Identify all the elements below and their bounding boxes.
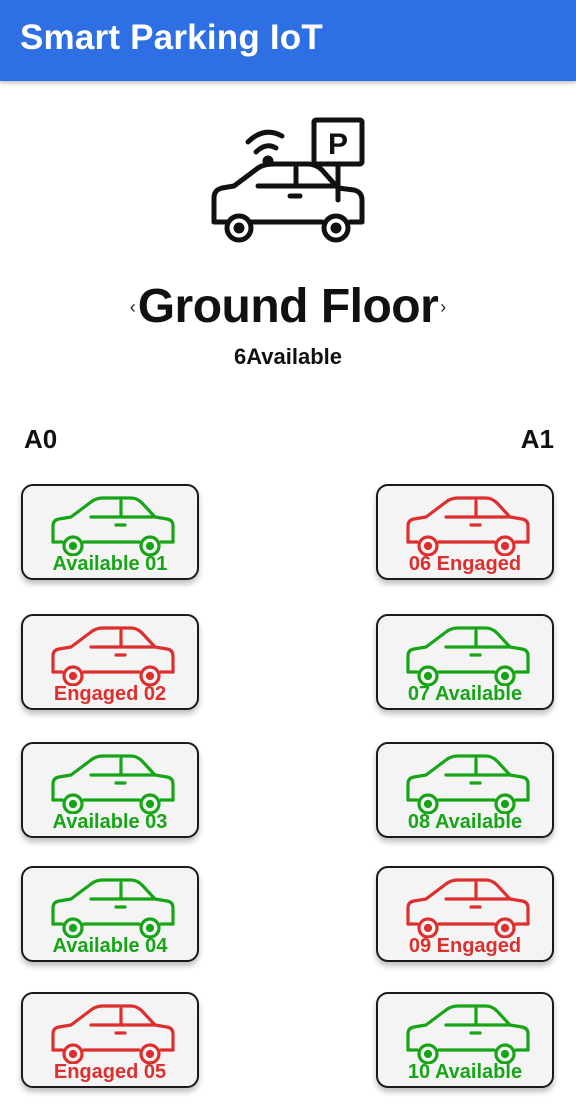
slot-status-label: 06 Engaged	[408, 553, 522, 575]
parking-slot[interactable]: Available 04	[21, 866, 199, 962]
parking-slot[interactable]: Engaged 05	[21, 992, 199, 1088]
slot-status-label: Engaged 02	[53, 683, 167, 705]
slot-status-label: 07 Available	[407, 683, 523, 705]
next-floor-chevron-icon[interactable]: ›	[438, 297, 448, 318]
parking-slot[interactable]: 07 Available	[376, 614, 554, 710]
zone-label-right: A1	[520, 424, 554, 454]
car-icon	[51, 626, 175, 686]
available-summary: 6Available	[0, 344, 576, 370]
slot-status-label: 08 Available	[407, 811, 523, 833]
car-icon	[406, 496, 530, 556]
slot-status-label: Available 03	[52, 811, 168, 833]
available-count: 6	[233, 344, 247, 369]
car-icon	[406, 1004, 530, 1064]
parking-slot[interactable]: Available 01	[21, 484, 199, 580]
app-title: Smart Parking IoT	[20, 18, 323, 57]
slot-status-label: Available 04	[52, 935, 168, 957]
floor-title: Ground Floor	[137, 279, 439, 333]
available-suffix: Available	[246, 344, 343, 369]
car-icon	[51, 496, 175, 556]
slot-status-label: 10 Available	[407, 1061, 523, 1083]
parking-slot[interactable]: Available 03	[21, 742, 199, 838]
zone-label-left: A0	[24, 424, 58, 454]
parking-slot[interactable]: 06 Engaged	[376, 484, 554, 580]
svg-text:P: P	[328, 128, 348, 161]
slot-status-label: 09 Engaged	[408, 935, 522, 957]
slot-status-label: Available 01	[52, 553, 168, 575]
car-icon	[51, 878, 175, 938]
previous-floor-chevron-icon[interactable]: ‹	[128, 297, 138, 318]
app-bar: Smart Parking IoT	[0, 0, 576, 81]
parking-slot[interactable]: 08 Available	[376, 742, 554, 838]
parking-slot[interactable]: 10 Available	[376, 992, 554, 1088]
smart-parking-car-icon: P	[211, 117, 365, 243]
parking-slot[interactable]: 09 Engaged	[376, 866, 554, 962]
car-icon	[406, 626, 530, 686]
car-icon	[51, 1004, 175, 1064]
car-icon	[406, 878, 530, 938]
parking-slot[interactable]: Engaged 02	[21, 614, 199, 710]
floor-selector: ‹ Ground Floor ›	[0, 276, 576, 336]
car-icon	[51, 754, 175, 814]
slot-status-label: Engaged 05	[53, 1061, 167, 1083]
car-icon	[406, 754, 530, 814]
